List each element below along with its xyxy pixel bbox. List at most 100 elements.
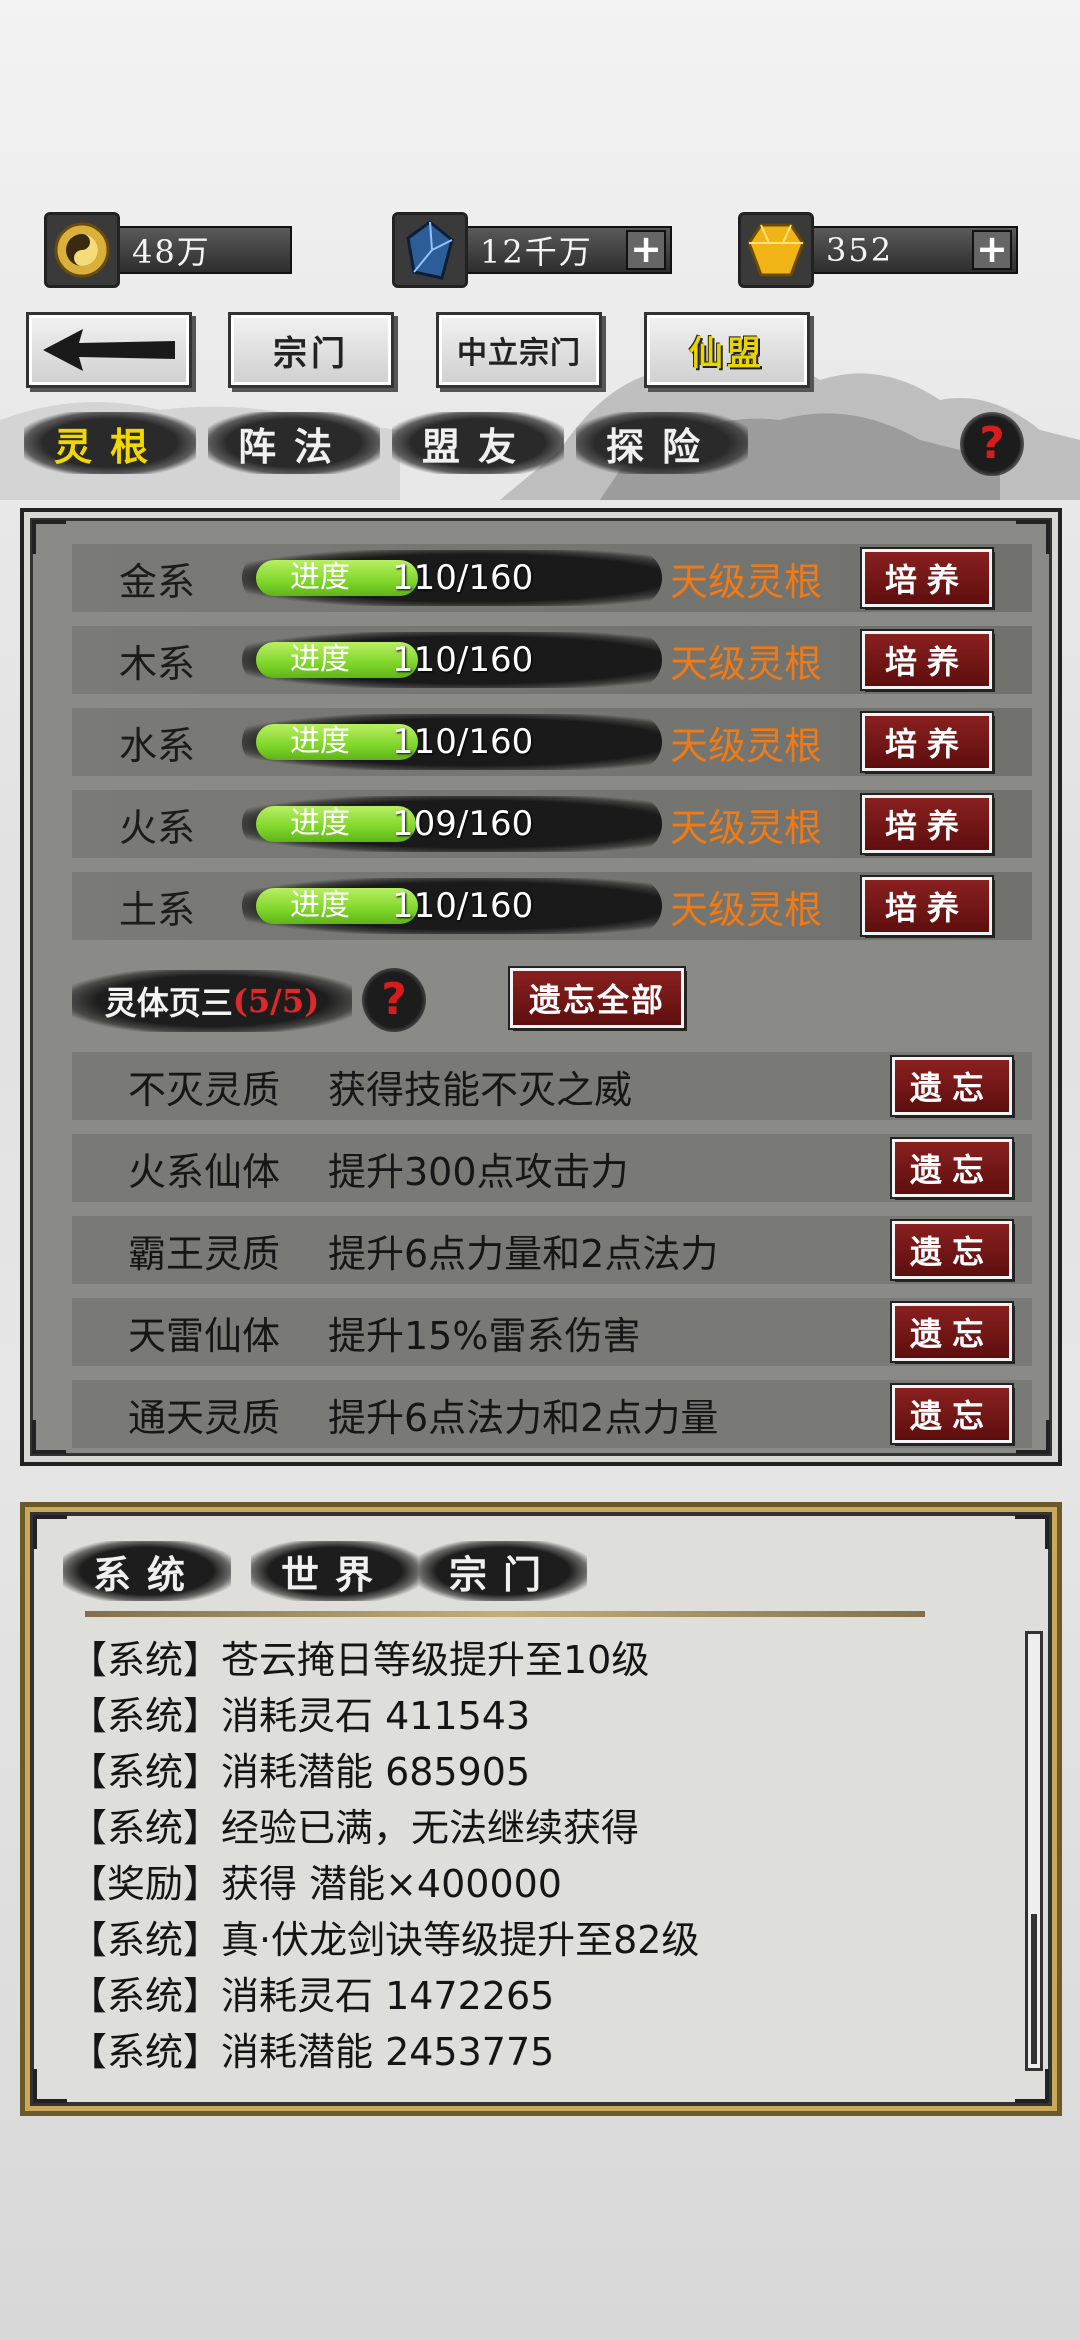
progress-bar: 进度 109/160	[242, 796, 662, 852]
currency-crystal: 12千万 +	[392, 212, 672, 288]
currency-gem: 352 +	[738, 212, 1018, 288]
progress-value: 110/160	[392, 640, 534, 680]
chat-message: 【系统】消耗潜能 2453775	[69, 2030, 555, 2074]
blue-crystal-icon	[392, 212, 468, 288]
body-name: 天雷仙体	[128, 1313, 281, 1358]
root-grade: 天级灵根	[670, 805, 823, 850]
gold-gem-icon	[738, 212, 814, 288]
chat-message: 【系统】苍云掩日等级提升至10级	[69, 1638, 650, 1682]
cultivate-button[interactable]: 培养	[860, 711, 994, 773]
body-desc: 提升300点攻击力	[328, 1149, 629, 1194]
spirit-body-row: 天雷仙体 提升15%雷系伤害 遗忘	[72, 1298, 1032, 1366]
cultivate-button[interactable]: 培养	[860, 547, 994, 609]
spirit-body-row: 通天灵质 提升6点法力和2点力量 遗忘	[72, 1380, 1032, 1448]
chat-tab-sect[interactable]: 宗门	[419, 1541, 587, 1601]
root-name: 水系	[118, 723, 195, 768]
body-name: 霸王灵质	[128, 1231, 281, 1276]
spirit-root-row: 水系 进度 110/160 天级灵根 培养	[72, 708, 1032, 776]
chat-tab-system[interactable]: 系统	[63, 1541, 231, 1601]
spirit-body-page-title: 灵体页三 (5/5)	[72, 970, 352, 1032]
chat-message: 【系统】经验已满，无法继续获得	[69, 1806, 640, 1850]
progress-value: 110/160	[392, 722, 534, 762]
panel-corner-ornament	[1015, 1515, 1049, 1549]
chat-scrollbar[interactable]	[1025, 1631, 1043, 2071]
root-name: 火系	[118, 805, 195, 850]
chat-divider	[85, 1611, 925, 1617]
tab-allies[interactable]: 盟友	[392, 412, 564, 474]
root-grade: 天级灵根	[670, 641, 823, 686]
tab-explore[interactable]: 探险	[576, 412, 748, 474]
progress-bar: 进度 110/160	[242, 878, 662, 934]
chat-message: 【系统】真·伏龙剑诀等级提升至82级	[69, 1918, 700, 1962]
question-mark-icon[interactable]: ?	[960, 412, 1024, 476]
body-desc: 提升6点力量和2点法力	[328, 1231, 719, 1276]
progress-label: 进度	[290, 888, 350, 923]
forget-button[interactable]: 遗忘	[890, 1383, 1014, 1445]
add-gem-button[interactable]: +	[972, 230, 1012, 270]
chat-message: 【奖励】获得 潜能×400000	[69, 1862, 562, 1906]
root-grade: 天级灵根	[670, 723, 823, 768]
cultivate-button[interactable]: 培养	[860, 875, 994, 937]
root-name: 金系	[118, 559, 195, 604]
neutral-sect-button[interactable]: 中立宗门	[436, 312, 602, 388]
progress-bar: 进度 110/160	[242, 632, 662, 688]
body-desc: 获得技能不灭之威	[328, 1067, 633, 1112]
cultivate-button[interactable]: 培养	[860, 629, 994, 691]
body-desc: 提升6点法力和2点力量	[328, 1395, 719, 1440]
spirit-body-row: 霸王灵质 提升6点力量和2点法力 遗忘	[72, 1216, 1032, 1284]
alliance-button[interactable]: 仙盟	[644, 312, 810, 388]
forget-button[interactable]: 遗忘	[890, 1219, 1014, 1281]
panel-corner-ornament	[32, 1420, 66, 1454]
root-grade: 天级灵根	[670, 559, 823, 604]
tab-spirit-root[interactable]: 灵根	[24, 412, 196, 474]
chat-panel: 系统 世界 宗门 【系统】苍云掩日等级提升至10级 【系统】消耗灵石 41154…	[20, 1502, 1062, 2116]
forget-button[interactable]: 遗忘	[890, 1055, 1014, 1117]
spirit-root-row: 土系 进度 110/160 天级灵根 培养	[72, 872, 1032, 940]
panel-corner-ornament	[33, 1515, 67, 1549]
cultivate-button[interactable]: 培养	[860, 793, 994, 855]
progress-label: 进度	[290, 806, 350, 841]
spirit-root-row: 金系 进度 110/160 天级灵根 培养	[72, 544, 1032, 612]
panel-corner-ornament	[33, 2069, 67, 2103]
spirit-body-row: 火系仙体 提升300点攻击力 遗忘	[72, 1134, 1032, 1202]
progress-value: 109/160	[392, 804, 534, 844]
forget-all-button[interactable]: 遗忘全部	[508, 966, 686, 1030]
progress-value: 110/160	[392, 886, 534, 926]
body-desc: 提升15%雷系伤害	[328, 1313, 641, 1358]
currency-gold-value: 48万	[114, 226, 292, 274]
progress-label: 进度	[290, 642, 350, 677]
progress-bar: 进度 110/160	[242, 714, 662, 770]
forget-button[interactable]: 遗忘	[890, 1137, 1014, 1199]
forget-button[interactable]: 遗忘	[890, 1301, 1014, 1363]
spirit-root-row: 火系 进度 109/160 天级灵根 培养	[72, 790, 1032, 858]
currency-gold: 48万	[44, 212, 292, 288]
progress-label: 进度	[290, 560, 350, 595]
panel-corner-ornament	[32, 520, 66, 554]
back-arrow-icon	[43, 329, 175, 371]
question-mark-icon[interactable]: ?	[362, 968, 426, 1032]
body-name: 通天灵质	[128, 1395, 281, 1440]
body-name: 火系仙体	[128, 1149, 281, 1194]
panel-corner-ornament	[1015, 2069, 1049, 2103]
body-page-count: (5/5)	[232, 982, 320, 1020]
add-crystal-button[interactable]: +	[626, 230, 666, 270]
back-button[interactable]	[26, 312, 192, 388]
spirit-body-row: 不灭灵质 获得技能不灭之威 遗忘	[72, 1052, 1032, 1120]
root-name: 土系	[118, 887, 195, 932]
chat-scrollbar-thumb[interactable]	[1031, 1914, 1037, 2064]
chat-message: 【系统】消耗潜能 685905	[69, 1750, 531, 1794]
gold-coin-icon	[44, 212, 120, 288]
progress-bar: 进度 110/160	[242, 550, 662, 606]
progress-value: 110/160	[392, 558, 534, 598]
spirit-root-row: 木系 进度 110/160 天级灵根 培养	[72, 626, 1032, 694]
chat-message: 【系统】消耗灵石 411543	[69, 1694, 531, 1738]
chat-tab-world[interactable]: 世界	[251, 1541, 419, 1601]
tab-formation[interactable]: 阵法	[208, 412, 380, 474]
body-page-title: 灵体页三	[104, 984, 233, 1022]
sect-button[interactable]: 宗门	[228, 312, 394, 388]
body-name: 不灭灵质	[128, 1067, 281, 1112]
progress-label: 进度	[290, 724, 350, 759]
chat-message: 【系统】消耗灵石 1472265	[69, 1974, 555, 2018]
root-grade: 天级灵根	[670, 887, 823, 932]
root-name: 木系	[118, 641, 195, 686]
